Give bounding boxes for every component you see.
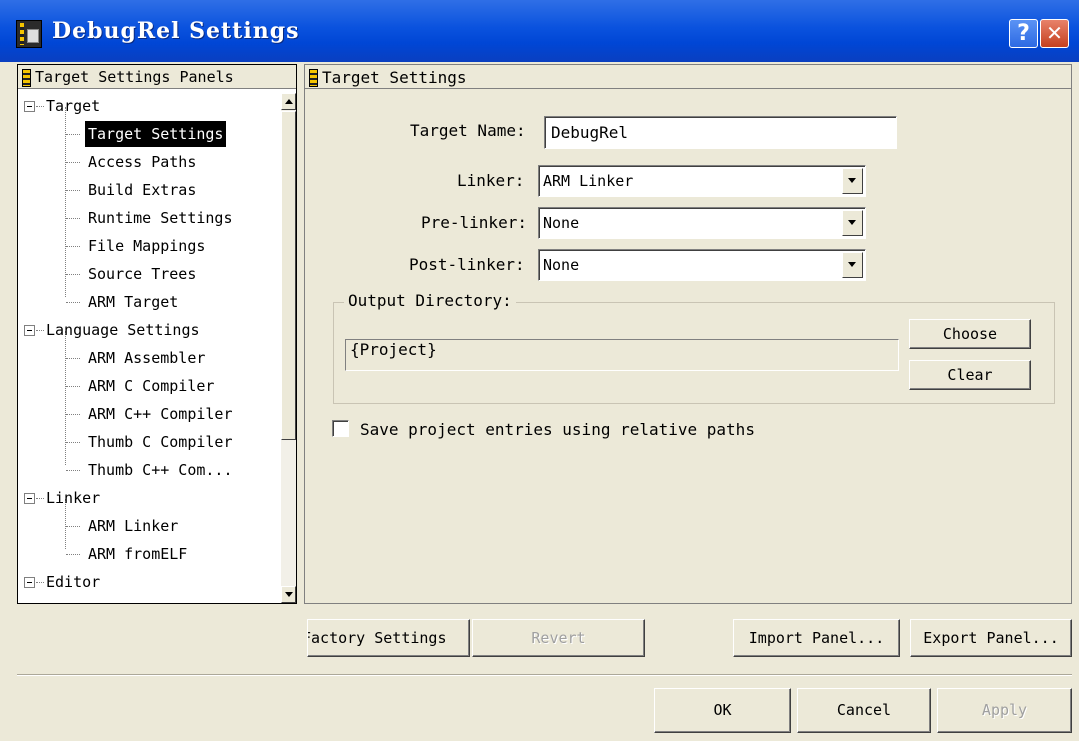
tree-item-label: Linker — [46, 489, 101, 507]
tree-connector — [36, 106, 44, 107]
tree-item-label: ARM C Compiler — [88, 377, 215, 395]
collapse-icon[interactable] — [24, 577, 35, 588]
scroll-up-button[interactable] — [281, 93, 296, 110]
ruler-icon — [309, 69, 318, 87]
tree-connector — [66, 302, 80, 303]
tree-item-label: File Mappings — [88, 237, 206, 255]
tree-item-label: ARM Linker — [88, 517, 179, 535]
tree-connector — [66, 274, 80, 275]
chevron-down-icon — [848, 262, 856, 267]
prelinker-select[interactable]: None — [538, 207, 866, 239]
tree-connector — [36, 498, 44, 499]
tree-item-label: ARM Assembler — [88, 349, 206, 367]
dropdown-button[interactable] — [842, 210, 863, 236]
tree-item-label: Source Trees — [88, 265, 197, 283]
collapse-icon[interactable] — [24, 101, 35, 112]
panel-title: Target Settings — [322, 68, 467, 87]
output-directory-label: Output Directory: — [344, 291, 516, 310]
import-panel-button[interactable]: Import Panel... — [733, 619, 900, 657]
output-directory-value: {Project} — [345, 339, 899, 371]
linker-value: ARM Linker — [543, 172, 634, 190]
tree-connector — [36, 582, 44, 583]
tree-header-label: Target Settings Panels — [35, 68, 234, 86]
tree-item-label: ARM Target — [88, 293, 179, 311]
postlinker-select[interactable]: None — [538, 249, 866, 281]
scroll-thumb[interactable] — [281, 111, 296, 440]
tree-connector — [66, 218, 80, 219]
chevron-down-icon — [848, 178, 856, 183]
tree-item-label: Language Settings — [46, 321, 200, 339]
arrow-up-icon — [285, 99, 293, 104]
tree-connector — [66, 190, 80, 191]
tree-item-label: Target Settings — [85, 121, 227, 147]
revert-button[interactable]: Revert — [472, 619, 645, 657]
tree-connector — [66, 358, 80, 359]
title-bar[interactable]: DebugRel Settings ? ✕ — [0, 0, 1079, 62]
save-relative-paths-checkbox[interactable] — [332, 420, 349, 437]
tree-item-label: Thumb C++ Com... — [88, 461, 233, 479]
tree-connector — [66, 470, 80, 471]
arrow-down-icon — [285, 592, 293, 597]
chevron-down-icon — [848, 220, 856, 225]
collapse-icon[interactable] — [24, 493, 35, 504]
tree-scrollbar[interactable] — [281, 93, 296, 603]
tree-connector — [65, 107, 66, 297]
ruler-icon — [22, 69, 31, 87]
prelinker-value: None — [543, 214, 580, 232]
collapse-icon[interactable] — [24, 325, 35, 336]
apply-button[interactable]: Apply — [937, 688, 1072, 733]
separator — [17, 674, 1072, 676]
tree-connector — [66, 134, 80, 135]
save-relative-paths-label: Save project entries using relative path… — [360, 420, 755, 439]
app-icon — [16, 20, 42, 48]
close-button[interactable]: ✕ — [1040, 19, 1069, 48]
tree-connector — [36, 330, 44, 331]
tree-item-label: Runtime Settings — [88, 209, 233, 227]
window-title: DebugRel Settings — [52, 18, 300, 44]
help-button[interactable]: ? — [1009, 19, 1038, 48]
tree-item-label: Thumb C Compiler — [88, 433, 233, 451]
postlinker-label: Post-linker: — [409, 255, 525, 274]
scroll-down-button[interactable] — [281, 586, 296, 603]
linker-select[interactable]: ARM Linker — [538, 165, 866, 197]
postlinker-value: None — [543, 256, 580, 274]
tree-connector — [66, 526, 80, 527]
clear-button[interactable]: Clear — [909, 360, 1031, 390]
tree-rows: Target Target Settings Access Paths Buil… — [18, 93, 280, 605]
ok-button[interactable]: OK — [654, 688, 791, 733]
tree-connector — [66, 554, 80, 555]
linker-label: Linker: — [457, 171, 525, 190]
prelinker-label: Pre-linker: — [421, 213, 527, 232]
tree-item-label: Build Extras — [88, 181, 197, 199]
tree-item-label: Target — [46, 97, 101, 115]
tree-item-label: ARM C++ Compiler — [88, 405, 233, 423]
tree-connector — [66, 442, 80, 443]
dropdown-button[interactable] — [842, 252, 863, 278]
choose-button[interactable]: Choose — [909, 319, 1031, 349]
settings-panels-tree: Target Settings Panels Target Target Set… — [17, 64, 297, 604]
panel-header: Target Settings — [305, 65, 1071, 89]
export-panel-button[interactable]: Export Panel... — [910, 619, 1072, 657]
cancel-button[interactable]: Cancel — [797, 688, 931, 733]
tree-connector — [65, 331, 66, 465]
target-name-input[interactable]: DebugRel — [544, 116, 897, 149]
tree-connector — [66, 386, 80, 387]
tree-item-label: Editor — [46, 573, 101, 591]
tree-item-label: ARM fromELF — [88, 545, 188, 563]
tree-connector — [66, 246, 80, 247]
tree-header: Target Settings Panels — [18, 65, 296, 89]
tree-connector — [66, 162, 80, 163]
target-name-label: Target Name: — [410, 121, 526, 140]
tree-item-label: Access Paths — [88, 153, 197, 171]
dropdown-button[interactable] — [842, 168, 863, 194]
tree-connector — [66, 414, 80, 415]
factory-settings-button[interactable]: Factory Settings — [307, 619, 470, 657]
